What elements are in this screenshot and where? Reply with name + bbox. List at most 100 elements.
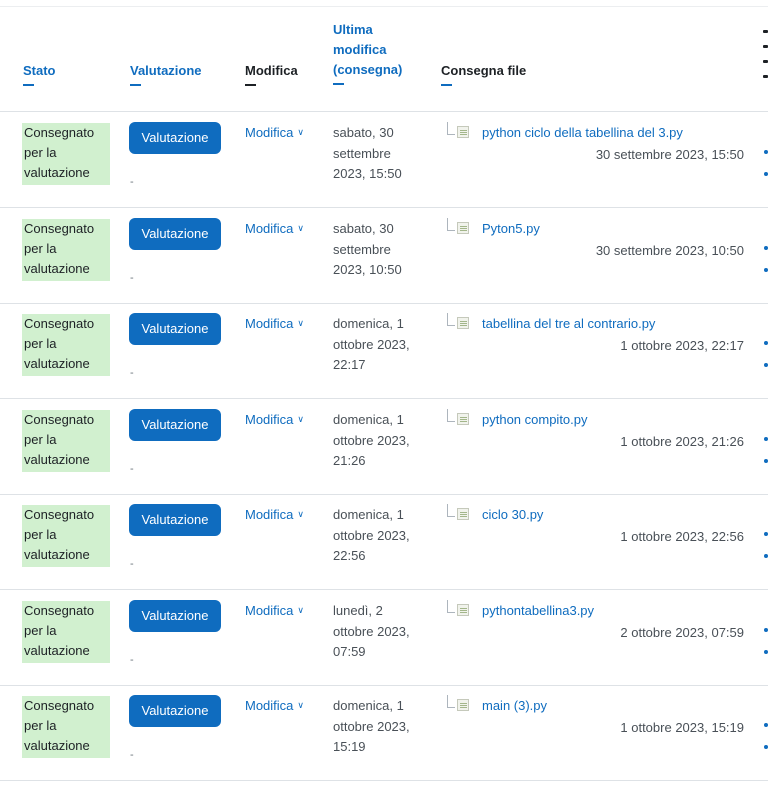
last-modified-line: settembre [333, 145, 391, 161]
status-badge: Consegnato per la valutazione [22, 601, 110, 663]
next-column-link-edge[interactable] [764, 246, 768, 250]
status-line: per la [24, 241, 57, 256]
next-column-link-edge[interactable] [764, 437, 768, 441]
grade-button[interactable]: Valutazione [129, 695, 221, 727]
edit-menu-label: Modifica [245, 125, 294, 140]
last-modified-line: 22:17 [333, 357, 366, 372]
grade-value: - [130, 463, 134, 475]
edit-menu-label: Modifica [245, 507, 294, 522]
status-badge: Consegnato per la valutazione [22, 505, 110, 567]
chevron-down-icon: ∨ [297, 414, 305, 424]
grade-button[interactable]: Valutazione [129, 313, 221, 345]
file-tree-icon [447, 122, 471, 142]
grade-value: - [130, 272, 134, 284]
next-column-link-edge[interactable] [764, 723, 768, 727]
file-date: 1 ottobre 2023, 22:56 [620, 529, 744, 544]
edit-menu-label: Modifica [245, 221, 294, 236]
grade-value: - [130, 176, 134, 188]
last-modified-line: 21:26 [333, 453, 366, 468]
grade-button[interactable]: Valutazione [129, 409, 221, 441]
edit-menu-label: Modifica [245, 603, 294, 618]
next-column-link-edge[interactable] [764, 628, 768, 632]
status-line: valutazione [24, 452, 90, 467]
file-tree-icon [447, 409, 471, 429]
file-link[interactable]: ciclo 30.py [482, 505, 543, 525]
last-modified-line: domenica, 1 [333, 412, 404, 427]
header-valutazione[interactable]: Valutazione [130, 61, 202, 86]
last-modified-line: 22:56 [333, 548, 366, 563]
header-stato-label: Stato [23, 63, 56, 78]
table-row: Consegnato per la valutazione Valutazion… [0, 112, 768, 208]
next-column-link-edge[interactable] [764, 532, 768, 536]
status-line: per la [24, 432, 57, 447]
status-badge: Consegnato per la valutazione [22, 410, 110, 472]
edit-menu[interactable]: Modifica ∨ [245, 314, 304, 335]
chevron-down-icon: ∨ [297, 318, 305, 328]
last-modified: domenica, 1 ottobre 2023, 21:26 [333, 410, 428, 472]
next-column-link-edge[interactable] [764, 554, 768, 558]
chevron-down-icon: ∨ [297, 605, 305, 615]
next-column-link-edge[interactable] [764, 745, 768, 749]
header-ultima-modifica-line: (consegna) [333, 62, 403, 77]
edit-menu[interactable]: Modifica ∨ [245, 601, 304, 622]
edit-menu-label: Modifica [245, 316, 294, 331]
table-header: Stato Valutazione Modifica Ultima modifi… [0, 0, 768, 112]
file-link[interactable]: Pyton5.py [482, 219, 540, 239]
table-row: Consegnato per la valutazione Valutazion… [0, 303, 768, 399]
grade-button[interactable]: Valutazione [129, 504, 221, 536]
next-column-link-edge[interactable] [764, 363, 768, 367]
status-badge: Consegnato per la valutazione [22, 696, 110, 758]
grade-button[interactable]: Valutazione [129, 600, 221, 632]
next-column-link-edge[interactable] [764, 172, 768, 176]
file-link[interactable]: pythontabellina3.py [482, 601, 594, 621]
edit-menu[interactable]: Modifica ∨ [245, 410, 304, 431]
edit-menu[interactable]: Modifica ∨ [245, 696, 304, 717]
next-column-link-edge[interactable] [764, 150, 768, 154]
last-modified-line: 15:19 [333, 739, 366, 754]
status-line: Consegnato [24, 603, 95, 618]
last-modified-line: 07:59 [333, 644, 366, 659]
next-column-link-edge[interactable] [764, 341, 768, 345]
header-stato[interactable]: Stato [23, 61, 56, 86]
file-link[interactable]: python ciclo della tabellina del 3.py [482, 123, 683, 143]
grade-button[interactable]: Valutazione [129, 122, 221, 154]
status-line: per la [24, 718, 57, 733]
file-tree-icon [447, 313, 471, 333]
file-link[interactable]: main (3).py [482, 696, 547, 716]
file-date: 30 settembre 2023, 10:50 [595, 243, 744, 258]
next-column-link-edge[interactable] [764, 650, 768, 654]
grade-value: - [130, 558, 134, 570]
status-line: Consegnato [24, 507, 95, 522]
status-line: valutazione [24, 165, 90, 180]
edit-menu[interactable]: Modifica ∨ [245, 123, 304, 144]
grade-button[interactable]: Valutazione [129, 218, 221, 250]
status-line: Consegnato [24, 412, 95, 427]
grade-value: - [130, 749, 134, 761]
last-modified-line: 2023, 10:50 [333, 262, 402, 277]
edit-menu-label: Modifica [245, 698, 294, 713]
status-line: Consegnato [24, 125, 95, 140]
next-column-edge [763, 30, 768, 90]
last-modified: domenica, 1 ottobre 2023, 22:17 [333, 314, 428, 376]
file-date: 2 ottobre 2023, 07:59 [620, 625, 744, 640]
last-modified: sabato, 30 settembre 2023, 10:50 [333, 219, 428, 281]
status-line: per la [24, 623, 57, 638]
header-ultima-modifica[interactable]: Ultima modifica (consegna) [333, 20, 402, 85]
next-column-link-edge[interactable] [764, 268, 768, 272]
sort-bar-icon [23, 84, 34, 86]
header-ultima-modifica-line: modifica [333, 42, 387, 57]
file-link[interactable]: python compito.py [482, 410, 588, 430]
last-modified-line: ottobre 2023, [333, 527, 410, 543]
status-line: Consegnato [24, 221, 95, 236]
file-link[interactable]: tabellina del tre al contrario.py [482, 314, 655, 334]
sort-bar-icon [333, 83, 344, 85]
status-line: valutazione [24, 547, 90, 562]
status-badge: Consegnato per la valutazione [22, 314, 110, 376]
sort-bar-icon [441, 84, 452, 86]
header-modifica: Modifica [245, 61, 298, 86]
edit-menu[interactable]: Modifica ∨ [245, 219, 304, 240]
last-modified-line: domenica, 1 [333, 698, 404, 713]
status-line: valutazione [24, 356, 90, 371]
edit-menu[interactable]: Modifica ∨ [245, 505, 304, 526]
next-column-link-edge[interactable] [764, 459, 768, 463]
